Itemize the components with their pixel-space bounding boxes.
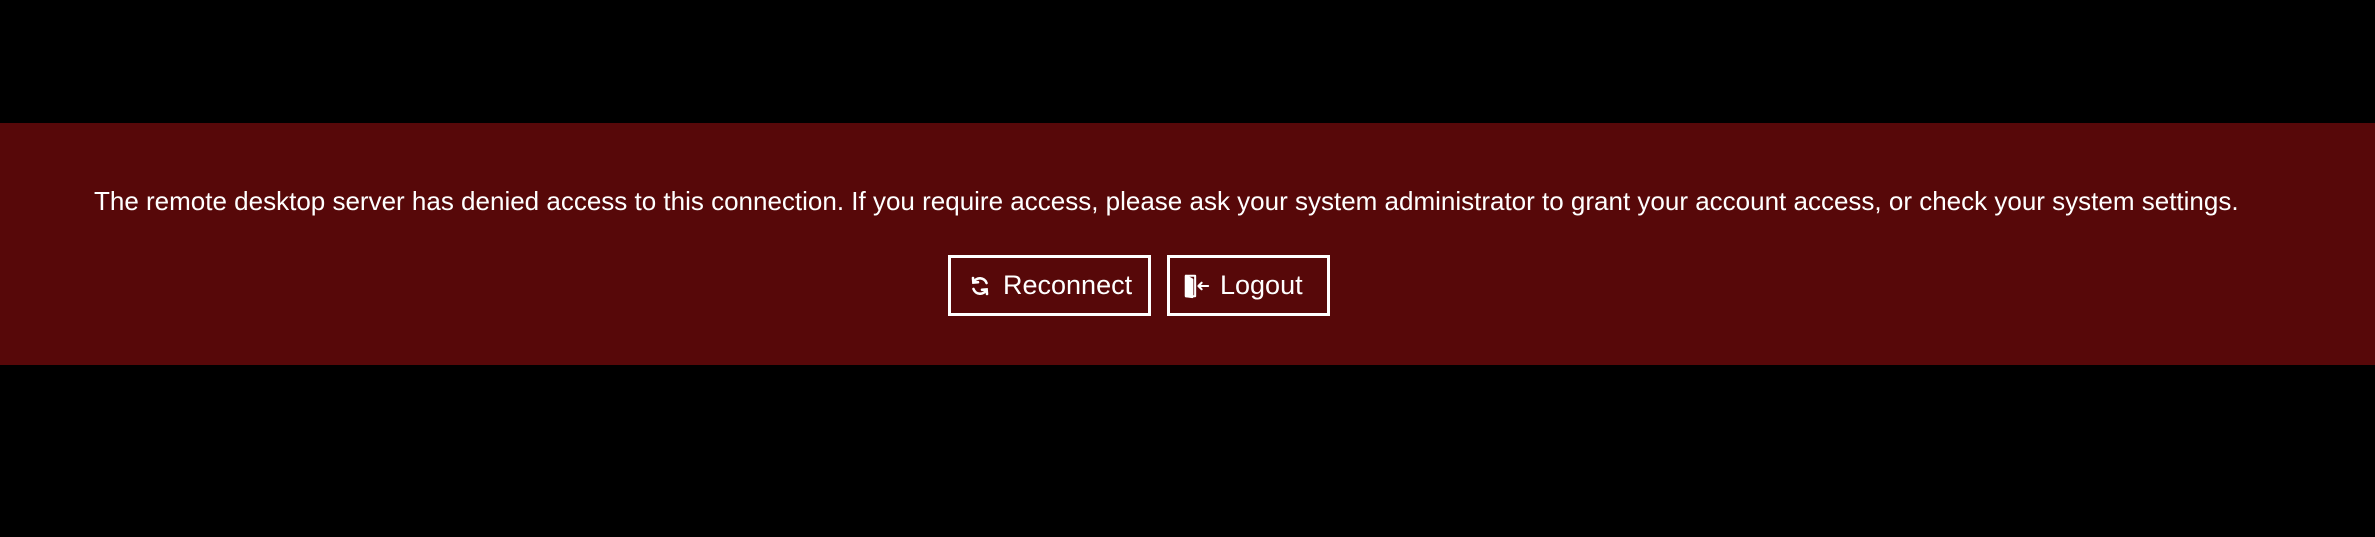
refresh-icon: [969, 273, 991, 299]
reconnect-label: Reconnect: [1003, 270, 1133, 300]
error-message: The remote desktop server has denied acc…: [94, 186, 2239, 216]
logout-button[interactable]: Logout: [1167, 255, 1330, 316]
reconnect-button[interactable]: Reconnect: [948, 255, 1151, 316]
error-banner: The remote desktop server has denied acc…: [0, 123, 2375, 365]
page: The remote desktop server has denied acc…: [0, 0, 2375, 537]
action-buttons: Reconnect Logout: [948, 255, 1330, 316]
logout-door-icon: [1184, 273, 1210, 299]
logout-label: Logout: [1220, 270, 1303, 300]
